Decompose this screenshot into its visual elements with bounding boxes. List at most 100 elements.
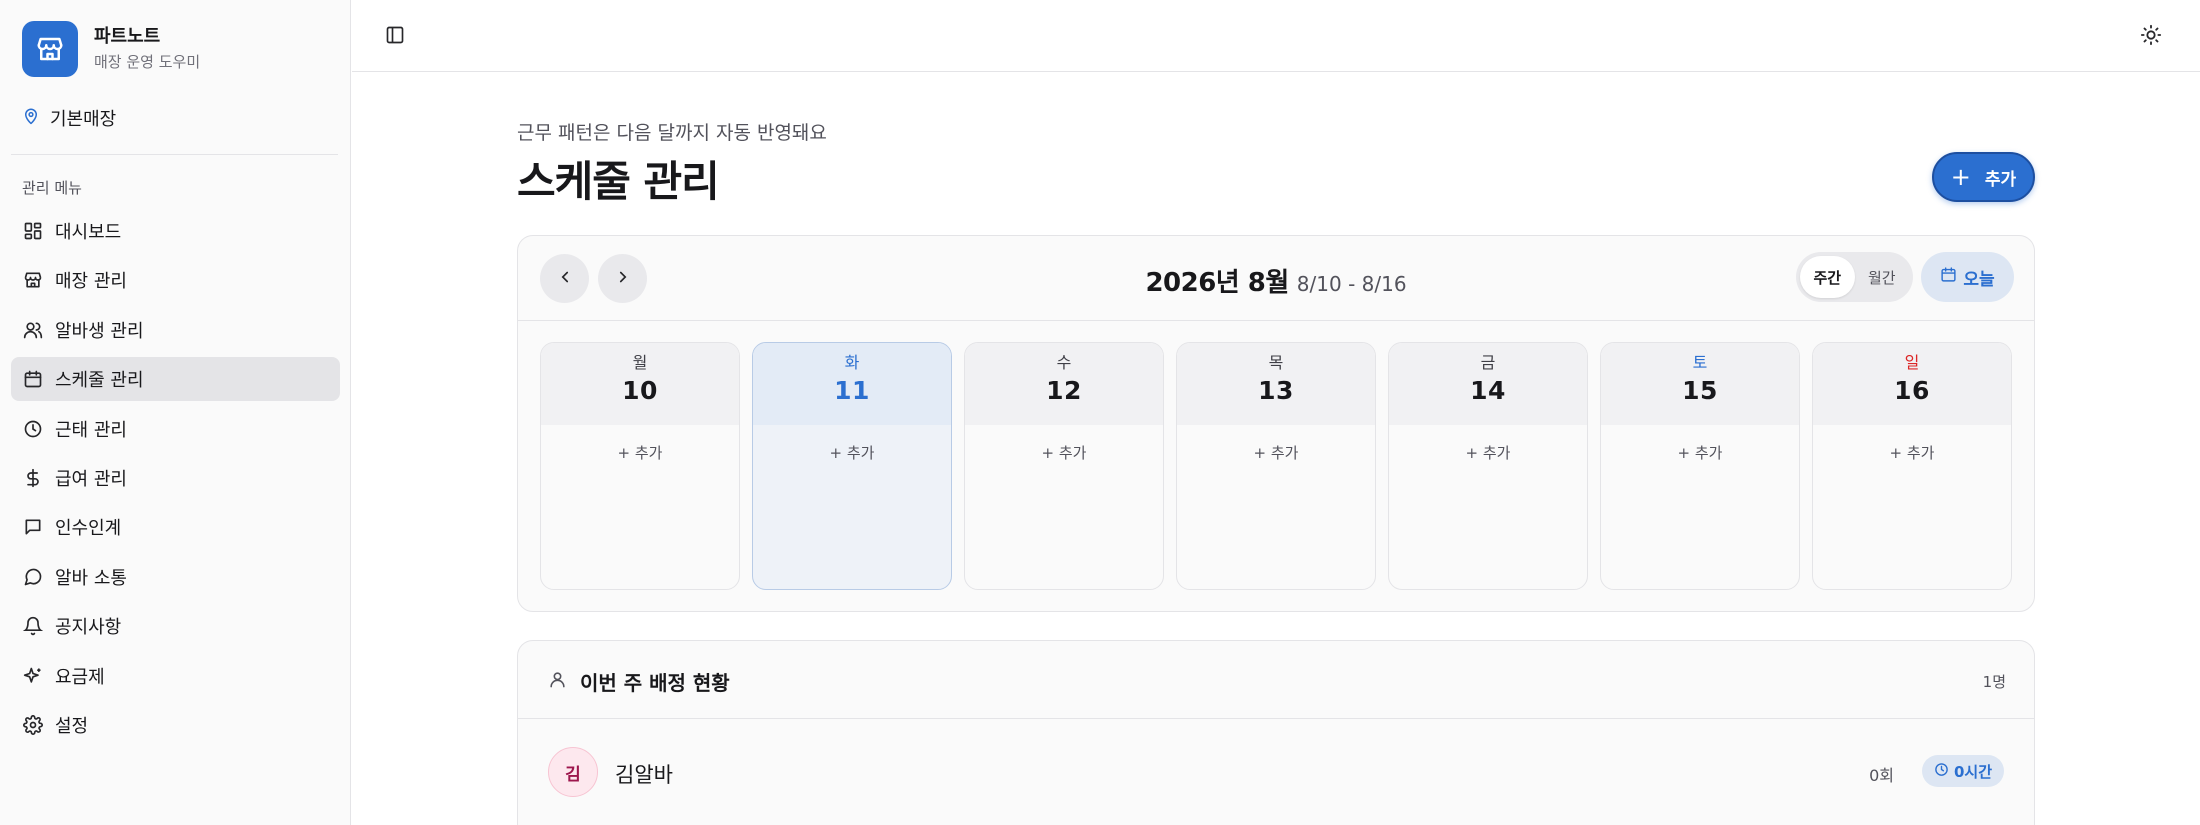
users-icon <box>22 319 44 341</box>
sidebar-item-label: 급여 관리 <box>55 468 127 490</box>
store-icon <box>22 269 44 291</box>
sidebar-item-settings[interactable]: 설정 <box>11 703 340 747</box>
day-add-button[interactable]: + 추가 <box>1601 442 1799 463</box>
day-column[interactable]: 일 16 + 추가 <box>1812 342 2012 590</box>
view-monthly-option[interactable]: 월간 <box>1855 256 1910 298</box>
sun-icon <box>2140 24 2162 50</box>
assignment-count: 1명 <box>1982 673 2006 691</box>
page-title: 스케줄 관리 <box>517 157 720 206</box>
sidebar-item-store[interactable]: 매장 관리 <box>11 258 340 302</box>
month-label: 2026년 8월 <box>1145 268 1289 298</box>
day-date: 12 <box>1046 376 1082 405</box>
store-icon <box>22 21 78 77</box>
day-add-button[interactable]: + 추가 <box>1177 442 1375 463</box>
day-add-button[interactable]: + 추가 <box>965 442 1163 463</box>
day-column[interactable]: 토 15 + 추가 <box>1600 342 1800 590</box>
calendar-icon <box>22 368 44 390</box>
day-date: 16 <box>1894 376 1930 405</box>
hours-badge: 0시간 <box>1921 755 2004 787</box>
map-pin-icon <box>22 107 40 129</box>
sidebar-item-label: 공지사항 <box>55 617 122 639</box>
calendar-card: 2026년 8월 8/10 - 8/16 주간 월간 오늘 월 10 + 추가 화 1… <box>517 235 2035 612</box>
day-add-button[interactable]: + 추가 <box>1813 442 2011 463</box>
sidebar-item-payroll[interactable]: 급여 관리 <box>11 456 340 500</box>
day-column[interactable]: 목 13 + 추가 <box>1176 342 1376 590</box>
day-add-button[interactable]: + 추가 <box>541 442 739 463</box>
add-schedule-button[interactable]: + 추가 <box>1932 152 2035 202</box>
sidebar-item-label: 매장 관리 <box>55 271 127 293</box>
shift-count: 0회 <box>1869 766 1894 785</box>
sidebar-item-staff[interactable]: 알바생 관리 <box>11 308 340 352</box>
assignment-title: 이번 주 배정 현황 <box>580 671 730 695</box>
day-weekday: 금 <box>1480 353 1496 372</box>
sidebar-nav: 대시보드 매장 관리 알바생 관리 스케줄 관리 근태 관리 급여 관리 인수인… <box>11 209 340 752</box>
sparkles-icon <box>22 665 44 687</box>
sidebar-item-label: 설정 <box>55 715 89 737</box>
sidebar-item-label: 인수인계 <box>55 518 122 540</box>
day-add-button[interactable]: + 추가 <box>753 442 951 463</box>
sidebar-item-label: 알바 소통 <box>55 567 127 589</box>
brand-subtitle: 매장 운영 도우미 <box>94 53 201 71</box>
day-date: 10 <box>622 376 658 405</box>
brand-name: 파트노트 <box>94 26 161 47</box>
sidebar-item-handover[interactable]: 인수인계 <box>11 505 340 549</box>
today-label: 오늘 <box>1963 269 1995 290</box>
sidebar-toggle-button[interactable] <box>380 22 410 52</box>
sidebar-item-label: 알바생 관리 <box>55 320 144 342</box>
sidebar-item-label: 대시보드 <box>55 222 122 243</box>
week-range: 8/10 - 8/16 <box>1296 272 1407 296</box>
theme-toggle-button[interactable] <box>2136 22 2166 52</box>
calendar-header: 2026년 8월 8/10 - 8/16 주간 월간 오늘 <box>518 236 2034 321</box>
message-square-icon <box>22 516 44 538</box>
brand[interactable]: 파트노트 매장 운영 도우미 <box>22 21 200 77</box>
today-button[interactable]: 오늘 <box>1921 252 2014 302</box>
dollar-icon <box>22 467 44 489</box>
store-name: 기본매장 <box>50 109 117 130</box>
bell-icon <box>22 615 44 637</box>
avatar: 김 <box>548 747 598 797</box>
day-weekday: 화 <box>844 353 860 372</box>
sidebar-item-label: 스케줄 관리 <box>55 370 144 392</box>
dashboard-icon <box>22 220 44 242</box>
hours-value: 0시간 <box>1953 762 1992 781</box>
assignment-header: 이번 주 배정 현황 1명 <box>518 641 2034 719</box>
view-weekly-option[interactable]: 주간 <box>1800 256 1855 298</box>
plus-icon: + <box>1950 163 1971 191</box>
sidebar-item-attendance[interactable]: 근태 관리 <box>11 407 340 451</box>
message-circle-icon <box>22 566 44 588</box>
page-subtitle: 근무 패턴은 다음 달까지 자동 반영돼요 <box>517 122 827 144</box>
sidebar-item-pricing[interactable]: 요금제 <box>11 654 340 698</box>
store-selector[interactable]: 기본매장 <box>22 104 116 132</box>
add-button-label: 추가 <box>1984 169 2017 190</box>
sidebar-item-label: 요금제 <box>55 666 105 688</box>
day-date: 13 <box>1258 376 1294 405</box>
sidebar-divider <box>11 154 338 155</box>
sidebar-item-dashboard[interactable]: 대시보드 <box>11 209 340 253</box>
user-icon <box>548 670 567 693</box>
day-date: 15 <box>1682 376 1718 405</box>
day-date: 11 <box>834 376 870 405</box>
day-column[interactable]: 수 12 + 추가 <box>964 342 1164 590</box>
day-add-button[interactable]: + 추가 <box>1389 442 1587 463</box>
assignment-row[interactable]: 김 김알바 0회 0시간 <box>518 719 2034 825</box>
day-date: 14 <box>1470 376 1506 405</box>
menu-section-label: 관리 메뉴 <box>22 179 82 197</box>
clock-icon <box>22 418 44 440</box>
sidebar-item-schedule[interactable]: 스케줄 관리 <box>11 357 340 402</box>
sidebar: 파트노트 매장 운영 도우미 기본매장 관리 메뉴 대시보드 매장 관리 알바생… <box>0 0 351 825</box>
gear-icon <box>22 714 44 736</box>
day-weekday: 일 <box>1904 353 1920 372</box>
topbar <box>352 0 2200 72</box>
sidebar-item-label: 근태 관리 <box>55 419 127 441</box>
sidebar-item-chat[interactable]: 알바 소통 <box>11 555 340 599</box>
day-column-selected[interactable]: 화 11 + 추가 <box>752 342 952 590</box>
assignment-card: 이번 주 배정 현황 1명 김 김알바 0회 0시간 <box>517 640 2035 825</box>
day-weekday: 수 <box>1056 353 1072 372</box>
sidebar-toggle-icon <box>385 25 405 49</box>
day-weekday: 토 <box>1692 353 1708 372</box>
day-column[interactable]: 월 10 + 추가 <box>540 342 740 590</box>
sidebar-item-notices[interactable]: 공지사항 <box>11 604 340 648</box>
calendar-icon <box>1940 266 1957 288</box>
day-column[interactable]: 금 14 + 추가 <box>1388 342 1588 590</box>
view-toggle: 주간 월간 <box>1796 252 1913 302</box>
